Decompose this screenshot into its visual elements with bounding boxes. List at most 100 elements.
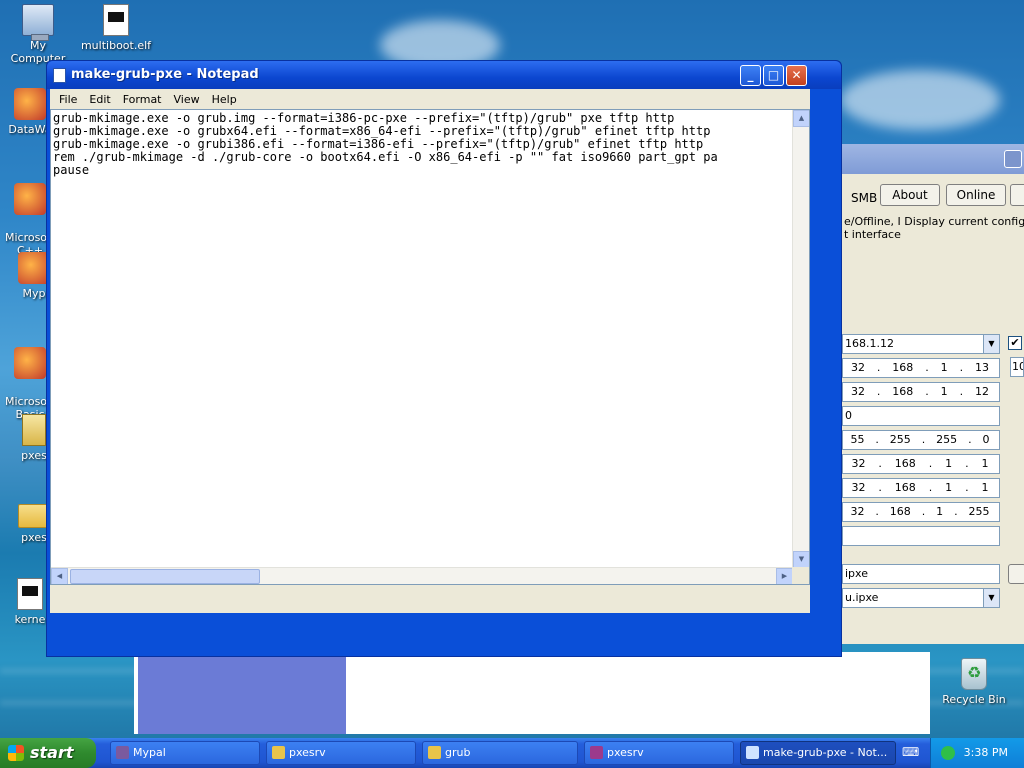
scroll-up-icon[interactable]: ▲: [793, 110, 809, 127]
octet: 1: [981, 481, 989, 494]
scroll-left-icon[interactable]: ◀: [51, 568, 68, 584]
ip-field-1[interactable]: 32. 168. 1. 13: [842, 358, 1000, 378]
desktop-icon-multiboot[interactable]: multiboot.elf: [80, 4, 152, 52]
text-editor[interactable]: grub-mkimage.exe -o grub.img --format=i3…: [50, 109, 810, 585]
dot: .: [925, 361, 929, 374]
octet: 32: [850, 505, 865, 518]
octet: 168: [892, 361, 914, 374]
dot: .: [878, 457, 882, 470]
scroll-thumb[interactable]: [70, 569, 260, 584]
file-icon: [103, 4, 129, 36]
pxesrv-titlebar: [841, 144, 1024, 174]
dot: .: [921, 505, 926, 518]
zip-icon: [22, 414, 46, 446]
horizontal-scrollbar[interactable]: ◀ ▶: [51, 567, 793, 584]
start-button[interactable]: start: [0, 738, 96, 768]
octet: 255: [936, 433, 958, 446]
octet: 13: [974, 361, 989, 374]
dns-field[interactable]: 32. 168. 1. 1: [842, 478, 1000, 498]
enable-checkbox[interactable]: ✔: [1008, 336, 1022, 350]
editor-content[interactable]: grub-mkimage.exe -o grub.img --format=i3…: [51, 110, 809, 179]
dot: .: [928, 481, 933, 494]
octet: 1: [945, 481, 953, 494]
about-button[interactable]: About: [880, 184, 940, 206]
notepad-titlebar[interactable]: make-grub-pxe - Notepad: [47, 61, 841, 89]
status-text: t interface: [844, 228, 901, 241]
octet: 1: [940, 361, 948, 374]
online-button[interactable]: Online: [946, 184, 1006, 206]
desktop-icon-my-computer[interactable]: My Computer: [2, 4, 74, 65]
octet: 55: [850, 433, 865, 446]
boot-file-value: ipxe: [845, 567, 868, 580]
taskbar-item-pxesrv-app[interactable]: pxesrv: [584, 741, 734, 765]
browse-button[interactable]: [1008, 564, 1024, 584]
menu-help[interactable]: Help: [206, 93, 243, 106]
file-icon: [17, 578, 43, 610]
port-field[interactable]: 10: [1010, 357, 1024, 377]
octet: 168: [894, 457, 916, 470]
menu-file[interactable]: File: [53, 93, 83, 106]
dot: .: [876, 385, 881, 398]
taskbar-item-grub[interactable]: grub: [422, 741, 578, 765]
cloud: [840, 70, 1000, 130]
menu-format[interactable]: Format: [117, 93, 168, 106]
dot: .: [965, 481, 969, 494]
minimize-icon[interactable]: _: [740, 65, 761, 86]
close-icon[interactable]: ✕: [786, 65, 807, 86]
menu-edit[interactable]: Edit: [83, 93, 116, 106]
chevron-down-icon[interactable]: ▼: [983, 335, 999, 353]
dot: .: [875, 505, 879, 518]
desktop-icon-label: Recycle Bin: [942, 693, 1006, 706]
taskbar-item-label: pxesrv: [607, 746, 644, 759]
taskbar-item-notepad[interactable]: make-grub-pxe - Not...: [740, 741, 896, 765]
taskbar-item-mypal[interactable]: Mypal: [110, 741, 260, 765]
octet: 1: [936, 505, 944, 518]
octet: 168: [889, 505, 911, 518]
start-label: start: [30, 743, 74, 762]
scroll-right-icon[interactable]: ▶: [776, 568, 793, 584]
network-icon[interactable]: [941, 746, 955, 760]
boot-select-value: u.ipxe: [845, 591, 879, 604]
octet: 255: [968, 505, 990, 518]
octet: 32: [851, 481, 866, 494]
system-tray: 3:38 PM: [930, 738, 1024, 768]
folder-icon: [428, 746, 441, 759]
maximize-icon[interactable]: □: [763, 65, 784, 86]
gateway-field[interactable]: 32. 168. 1. 1: [842, 454, 1000, 474]
clock[interactable]: 3:38 PM: [964, 746, 1008, 759]
ip-select[interactable]: 168.1.12 ▼: [842, 334, 1000, 354]
octet: 1: [981, 457, 989, 470]
taskbar-item-pxesrv-folder[interactable]: pxesrv: [266, 741, 416, 765]
dot: .: [925, 385, 929, 398]
scroll-down-icon[interactable]: ▼: [793, 551, 809, 568]
mypal-icon: [116, 746, 129, 759]
pxesrv-extra-button[interactable]: [1010, 184, 1024, 206]
chevron-down-icon[interactable]: ▼: [983, 589, 999, 607]
menu-view[interactable]: View: [168, 93, 206, 106]
dot: .: [878, 481, 882, 494]
resize-grip[interactable]: [792, 567, 809, 584]
desktop-icon-label: multiboot.elf: [80, 39, 152, 52]
pxesrv-minimize-icon[interactable]: [1004, 150, 1022, 168]
dot: .: [921, 433, 926, 446]
broadcast-field[interactable]: 32. 168. 1. 255: [842, 502, 1000, 522]
text-field[interactable]: 0: [842, 406, 1000, 426]
boot-file-field[interactable]: ipxe: [842, 564, 1000, 584]
tab-smb[interactable]: SMB: [851, 191, 877, 205]
subnet-field[interactable]: 55. 255. 255. 0: [842, 430, 1000, 450]
dot: .: [876, 361, 881, 374]
keyboard-icon[interactable]: ⌨: [902, 745, 920, 759]
folder-icon: [272, 746, 285, 759]
dot: .: [875, 433, 879, 446]
boot-select[interactable]: u.ipxe ▼: [842, 588, 1000, 608]
desktop-icon-recycle-bin[interactable]: Recycle Bin: [938, 658, 1010, 706]
octet: 168: [892, 385, 914, 398]
empty-field[interactable]: [842, 526, 1000, 546]
computer-icon: [22, 4, 54, 41]
ip-field-2[interactable]: 32. 168. 1. 12: [842, 382, 1000, 402]
app-icon: [14, 88, 46, 120]
app-icon: [14, 347, 46, 379]
octet: 32: [850, 361, 865, 374]
vertical-scrollbar[interactable]: ▲ ▼: [792, 110, 809, 568]
octet: 32: [851, 457, 866, 470]
